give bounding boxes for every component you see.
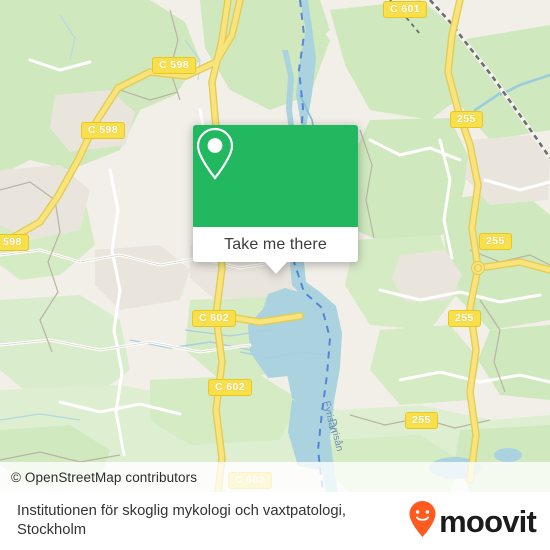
moovit-pin-icon: [408, 500, 437, 543]
road-shield: C 598: [152, 57, 197, 74]
road-shield: 598: [0, 234, 29, 251]
popup-tail-pointer: [264, 262, 287, 274]
screenshot-root: C 601 C 598 C 598 255 598 255 C 602 255 …: [0, 0, 550, 550]
take-me-there-button[interactable]: Take me there: [193, 227, 358, 262]
place-name-line: Institutionen för skoglig mykologi och v…: [17, 503, 346, 519]
road-shield: C 602: [208, 379, 253, 396]
place-city-line: Stockholm: [17, 522, 87, 538]
osm-attribution-bar: © OpenStreetMap contributors: [0, 462, 550, 492]
osm-attribution-text: © OpenStreetMap contributors: [11, 469, 198, 485]
map-canvas[interactable]: C 601 C 598 C 598 255 598 255 C 602 255 …: [0, 0, 550, 492]
place-popup-card[interactable]: Take me there: [193, 125, 358, 274]
popup-icon-area: [193, 125, 358, 227]
road-shield: 255: [450, 111, 483, 128]
road-shield: 255: [405, 412, 438, 429]
take-me-there-label: Take me there: [224, 235, 327, 253]
moovit-logo[interactable]: moovit: [408, 500, 537, 543]
moovit-wordmark: moovit: [439, 503, 537, 539]
road-shield: C 598: [81, 122, 126, 139]
place-title: Institutionen för skoglig mykologi och v…: [17, 502, 346, 540]
road-shield: 255: [448, 310, 481, 327]
road-shield: C 602: [192, 310, 237, 327]
road-shield: C 601: [383, 1, 428, 18]
footer-bar: Institutionen för skoglig mykologi och v…: [0, 492, 550, 550]
road-shield: 255: [479, 233, 512, 250]
